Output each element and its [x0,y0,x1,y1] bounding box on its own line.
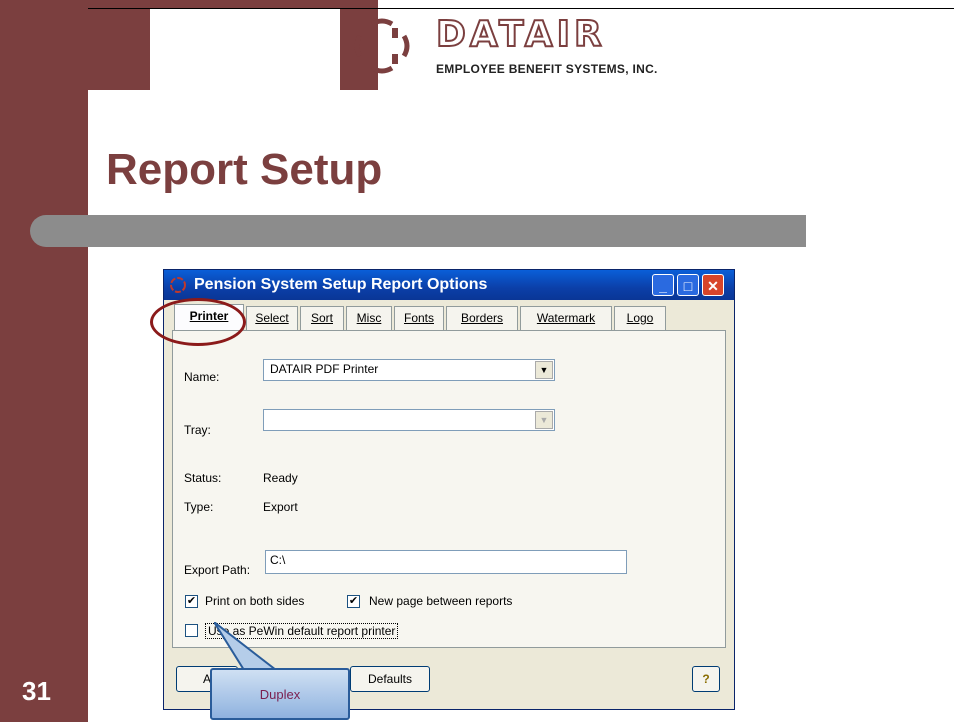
printer-name-value: DATAIR PDF Printer [270,362,379,376]
close-button[interactable]: ✕ [702,274,724,296]
app-icon [170,277,186,293]
maximize-button[interactable]: □ [677,274,699,296]
tab-watermark[interactable]: Watermark [520,306,612,330]
help-button[interactable]: ? [692,666,720,692]
callout-text: Duplex [259,687,301,702]
chevron-down-icon[interactable]: ▼ [535,411,553,429]
help-icon: ? [702,672,710,686]
tray-label: Tray: [184,423,211,437]
datair-logo-icon [354,18,410,74]
export-path-label: Export Path: [184,563,251,577]
print-both-sides-label: Print on both sides [205,594,305,608]
page-number: 31 [22,676,51,706]
name-label: Name: [184,370,220,384]
status-value: Ready [263,471,298,485]
header-rule [88,8,954,9]
new-page-label: New page between reports [369,594,513,608]
minimize-button[interactable]: _ [652,274,674,296]
slide-title: Report Setup [106,145,383,194]
company-logo: DATAIR EMPLOYEE BENEFIT SYSTEMS, INC. [352,13,712,86]
export-path-input[interactable]: C:\ [265,550,627,574]
tab-misc[interactable]: Misc [346,306,392,330]
print-both-sides-checkbox[interactable]: ✔ [185,595,198,608]
tab-select[interactable]: Select [246,306,298,330]
tab-logo[interactable]: Logo [614,306,666,330]
dialog-title: Pension System Setup Report Options [194,276,488,293]
tab-borders[interactable]: Borders [446,306,518,330]
new-page-checkbox[interactable]: ✔ [347,595,360,608]
tab-fonts[interactable]: Fonts [394,306,444,330]
defaults-button[interactable]: Defaults [350,666,430,692]
status-label: Status: [184,471,222,485]
logo-subtitle: EMPLOYEE BENEFIT SYSTEMS, INC. [436,62,658,76]
printer-tab-highlight [150,298,246,346]
type-label: Type: [184,500,214,514]
title-divider-bar [30,215,806,247]
default-printer-checkbox[interactable] [185,624,198,637]
duplex-callout: Duplex [210,668,350,720]
left-accent-band [0,0,88,722]
tray-select[interactable]: ▼ [263,409,555,431]
accent-curve [88,90,148,150]
dialog-titlebar[interactable]: Pension System Setup Report Options _ □ … [164,270,734,300]
tab-sort[interactable]: Sort [300,306,344,330]
printer-tab-panel: Name: DATAIR PDF Printer ▼ Tray: ▼ Statu… [172,330,726,648]
type-value: Export [263,500,298,514]
header-background [150,8,340,90]
chevron-down-icon[interactable]: ▼ [535,361,553,379]
printer-name-select[interactable]: DATAIR PDF Printer ▼ [263,359,555,381]
logo-wordmark: DATAIR [435,13,606,56]
callout-pointer [214,622,279,671]
